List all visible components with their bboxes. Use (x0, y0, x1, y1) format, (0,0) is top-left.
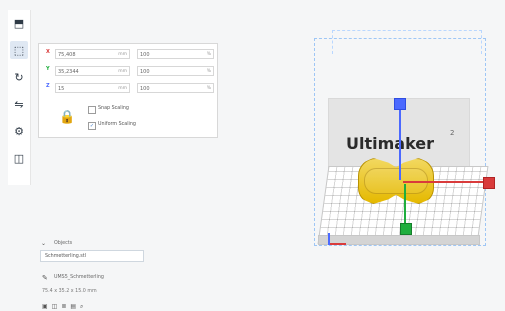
axis-indicator (328, 231, 356, 245)
brand-logo: Ultimaker (346, 134, 435, 153)
row-x: X 75,408 mm 100% (42, 49, 214, 60)
object-filename: UMS5_Schmetterling (54, 275, 104, 280)
build-volume-top (332, 30, 482, 54)
y-value-input[interactable]: 35,2344 mm (55, 66, 130, 76)
search-icon[interactable]: ⌕ (80, 303, 87, 310)
z-value-input[interactable]: 15 mm (55, 83, 130, 93)
axis-label-x: X (46, 49, 50, 55)
brand-suffix: 2 (450, 129, 455, 137)
scale-icon: ⬚ (13, 43, 25, 57)
mirror-icon: ⇋ (14, 97, 24, 111)
rotate-tool[interactable]: ↻ (10, 68, 28, 86)
objects-title: Objects (54, 241, 73, 246)
toolbar: ⬒ ⬚ ↻ ⇋ ⚙ ◫ (8, 10, 31, 185)
z-axis-handle-line (399, 104, 401, 180)
object-list-item[interactable]: Schmetterling.stl (40, 250, 144, 262)
support-blocker-tool[interactable]: ◫ (10, 149, 28, 167)
x-scale-handle[interactable] (483, 177, 495, 189)
y-axis-handle-line (404, 184, 406, 226)
z-percent-input[interactable]: 100% (137, 83, 214, 93)
x-value-input[interactable]: 75,408 mm (55, 49, 130, 59)
row-y: Y 35,2344 mm 100% (42, 66, 214, 77)
edit-icon[interactable]: ✎ (42, 274, 48, 282)
rotate-icon: ↻ (14, 70, 24, 84)
3d-viewport[interactable]: Ultimaker 2 (312, 30, 505, 260)
view-icon[interactable]: ◫ (52, 303, 62, 310)
mirror-tool[interactable]: ⇋ (10, 95, 28, 113)
object-dimensions: 75.4 x 35.2 x 15.0 mm (42, 289, 97, 294)
uniform-scaling-checkbox[interactable]: ✓ (88, 122, 96, 130)
settings-icon: ⚙ (14, 124, 24, 138)
row-z: Z 15 mm 100% (42, 83, 214, 94)
object-actions: ▣◫≣▤⌕ (42, 303, 87, 311)
front-icon[interactable]: ▤ (70, 303, 80, 310)
y-percent-input[interactable]: 100% (137, 66, 214, 76)
chevron-down-icon[interactable]: ⌄ (41, 240, 46, 247)
x-percent-input[interactable]: 100% (137, 49, 214, 59)
scale-panel: X 75,408 mm 100% Y 35,2344 mm 100% Z 15 mm … (38, 43, 218, 138)
lock-icon[interactable]: 🔒 (59, 110, 75, 126)
objects-section: ⌄ Objects Schmetterling.stl ✎ UMS5_Schme… (38, 240, 188, 311)
cube-icon[interactable]: ▣ (42, 303, 52, 310)
scale-tool[interactable]: ⬚ (10, 41, 28, 59)
snap-scaling-checkbox[interactable] (88, 106, 96, 114)
snap-scaling-label: Snap Scaling (98, 106, 129, 111)
z-scale-handle[interactable] (394, 98, 406, 110)
move-tool[interactable]: ⬒ (10, 14, 28, 32)
x-axis-handle-line (403, 181, 485, 183)
y-scale-handle[interactable] (400, 223, 412, 235)
axis-label-y: Y (46, 66, 50, 72)
uniform-scaling-label: Uniform Scaling (98, 122, 136, 127)
support-icon: ◫ (13, 151, 25, 165)
axis-label-z: Z (46, 83, 50, 89)
per-model-settings-tool[interactable]: ⚙ (10, 122, 28, 140)
move-icon: ⬒ (13, 16, 25, 30)
